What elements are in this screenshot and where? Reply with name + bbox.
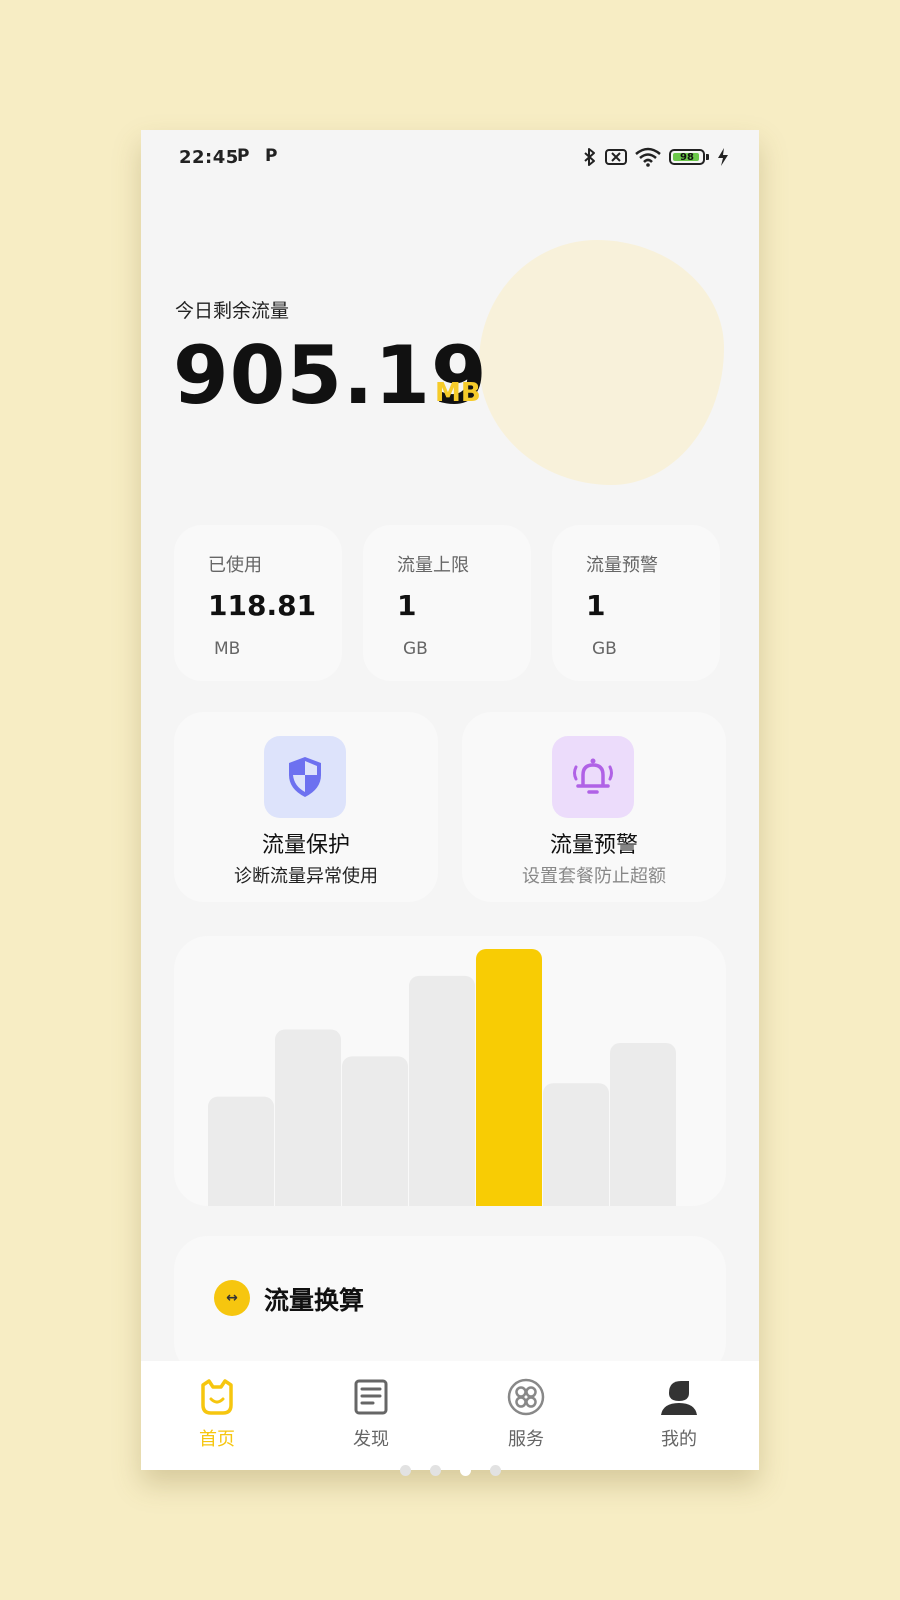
limit-stat-card[interactable]: 流量上限 1 GB: [363, 525, 531, 681]
stat-unit: GB: [592, 639, 617, 659]
wifi-icon: [635, 147, 661, 167]
page-dot: [430, 1465, 441, 1476]
chart-bar: [342, 1056, 408, 1206]
status-icons: 98: [583, 146, 729, 168]
stat-label: 流量预警: [586, 555, 658, 576]
stat-unit: MB: [214, 639, 241, 659]
stat-label: 已使用: [208, 555, 262, 576]
battery-tip: [706, 154, 709, 160]
page-indicator: [400, 1465, 501, 1476]
remaining-data-value: 905.19: [173, 329, 488, 422]
notification-p-icon: P: [237, 146, 250, 166]
used-stat-card[interactable]: 已使用 118.81 MB: [174, 525, 342, 681]
data-protection-card[interactable]: 流量保护 诊断流量异常使用: [174, 712, 438, 902]
stat-value: 1: [586, 589, 606, 622]
feature-subtitle: 诊断流量异常使用: [234, 866, 378, 887]
tab-label: 首页: [199, 1429, 235, 1450]
bottom-tab-bar: 首页 发现 服务 我的: [141, 1361, 759, 1470]
document-icon: [354, 1379, 388, 1415]
tab-label: 服务: [508, 1429, 544, 1450]
data-conversion-card[interactable]: ↔ 流量换算: [174, 1236, 726, 1376]
chart-bar: [409, 975, 475, 1206]
conversion-title: 流量换算: [264, 1286, 365, 1315]
stat-value: 118.81: [208, 589, 317, 622]
swap-arrows-icon: ↔: [214, 1280, 250, 1316]
chart-bar: [610, 1042, 676, 1206]
data-warning-card[interactable]: 流量预警 设置套餐防止超额: [462, 712, 726, 902]
page-dot: [460, 1465, 471, 1476]
stat-label: 流量上限: [397, 555, 469, 576]
home-cat-icon: [201, 1379, 233, 1415]
decorative-blob: [479, 240, 724, 485]
tab-discover[interactable]: 发现: [331, 1377, 411, 1459]
feature-title: 流量保护: [261, 833, 350, 858]
page-dot: [490, 1465, 501, 1476]
charging-icon: [718, 148, 728, 166]
tab-label: 我的: [661, 1429, 697, 1450]
phone-screen: 22:45 P P 98 今日剩余流量 905.19 MB 已使用 118.81…: [141, 130, 759, 1470]
tab-label: 发现: [353, 1429, 389, 1450]
sim-off-icon: [605, 149, 627, 165]
shield-icon: [264, 736, 346, 818]
warning-stat-card[interactable]: 流量预警 1 GB: [552, 525, 720, 681]
chart-bar: [208, 1096, 274, 1206]
chart-bar: [275, 1029, 341, 1206]
person-icon: [661, 1381, 697, 1415]
remaining-data-label: 今日剩余流量: [175, 300, 290, 322]
bell-alert-icon: [552, 736, 634, 818]
usage-chart-card: [174, 936, 726, 1206]
tab-home[interactable]: 首页: [177, 1377, 257, 1459]
stat-unit: GB: [403, 639, 428, 659]
status-bar: 22:45 P P 98: [141, 130, 759, 188]
clover-icon: [507, 1378, 545, 1416]
chart-bar: [543, 1083, 609, 1206]
battery-percent: 98: [680, 151, 694, 163]
usage-bar-chart: [208, 949, 676, 1206]
chart-bar-highlighted: [476, 949, 542, 1206]
page-dot: [400, 1465, 411, 1476]
notification-p-icon: P: [265, 146, 278, 166]
stat-value: 1: [397, 589, 417, 622]
feature-title: 流量预警: [549, 833, 638, 858]
battery-indicator: 98: [669, 149, 705, 165]
bluetooth-icon: [584, 148, 595, 166]
tab-services[interactable]: 服务: [486, 1377, 566, 1459]
status-time: 22:45: [179, 147, 239, 168]
feature-subtitle: 设置套餐防止超额: [522, 866, 666, 887]
remaining-data-unit: MB: [435, 378, 481, 408]
tab-profile[interactable]: 我的: [639, 1377, 719, 1459]
